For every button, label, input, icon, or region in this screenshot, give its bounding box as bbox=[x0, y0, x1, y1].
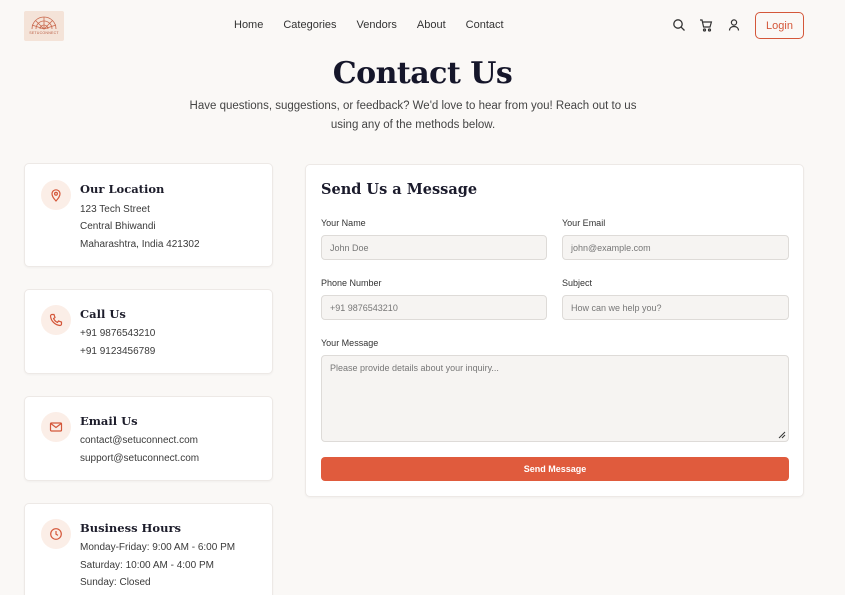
search-icon[interactable] bbox=[672, 18, 686, 32]
clock-icon bbox=[41, 519, 71, 549]
main-nav: Home Categories Vendors About Contact bbox=[234, 18, 524, 32]
message-placeholder: Please provide details about your inquir… bbox=[330, 363, 499, 373]
phone-number-2[interactable]: +91 9123456789 bbox=[80, 345, 155, 359]
contact-form: Send Us a Message Your Name John Doe You… bbox=[305, 164, 804, 497]
name-label: Your Name bbox=[321, 218, 366, 228]
email-label: Your Email bbox=[562, 218, 606, 228]
brand-logo[interactable]: SETUCONNECT bbox=[24, 11, 64, 41]
cart-icon[interactable] bbox=[699, 18, 713, 32]
email-input[interactable]: john@example.com bbox=[562, 235, 789, 260]
location-card: Our Location 123 Tech Street Central Bhi… bbox=[24, 163, 273, 267]
subject-placeholder: How can we help you? bbox=[571, 302, 662, 313]
email-placeholder: john@example.com bbox=[571, 242, 651, 253]
nav-vendors[interactable]: Vendors bbox=[357, 18, 397, 32]
message-textarea[interactable]: Please provide details about your inquir… bbox=[321, 355, 789, 442]
page-subtitle: Have questions, suggestions, or feedback… bbox=[177, 97, 649, 135]
page-title: Contact Us bbox=[332, 56, 513, 91]
send-message-button[interactable]: Send Message bbox=[321, 457, 789, 481]
site-header: SETUCONNECT Home Categories Vendors Abou… bbox=[0, 0, 845, 52]
name-placeholder: John Doe bbox=[330, 242, 369, 253]
map-pin-icon bbox=[41, 180, 71, 210]
email-address-2[interactable]: support@setuconnect.com bbox=[80, 452, 199, 466]
call-card: Call Us +91 9876543210 +91 9123456789 bbox=[24, 289, 273, 374]
location-line-1: 123 Tech Street bbox=[80, 204, 150, 215]
phone-icon bbox=[41, 305, 71, 335]
brand-logo-text: SETUCONNECT bbox=[29, 31, 59, 35]
resize-handle-icon[interactable] bbox=[777, 430, 786, 439]
email-title: Email Us bbox=[80, 414, 138, 428]
subject-input[interactable]: How can we help you? bbox=[562, 295, 789, 320]
hours-line-3: Sunday: Closed bbox=[80, 577, 151, 588]
mail-icon bbox=[41, 412, 71, 442]
call-title: Call Us bbox=[80, 307, 126, 321]
nav-contact[interactable]: Contact bbox=[466, 18, 504, 32]
nav-about[interactable]: About bbox=[417, 18, 446, 32]
email-address-1[interactable]: contact@setuconnect.com bbox=[80, 434, 198, 448]
page-subtitle-line-2: using any of the methods below. bbox=[330, 119, 496, 131]
phone-label: Phone Number bbox=[321, 278, 382, 288]
phone-placeholder: +91 9876543210 bbox=[330, 302, 398, 313]
hours-line-2: Saturday: 10:00 AM - 4:00 PM bbox=[80, 560, 214, 571]
hours-line-1: Monday-Friday: 9:00 AM - 6:00 PM bbox=[80, 542, 236, 553]
location-line-3: Maharashtra, India 421302 bbox=[80, 239, 200, 250]
business-hours-card: Business Hours Monday-Friday: 9:00 AM - … bbox=[24, 503, 273, 595]
hours-title: Business Hours bbox=[80, 521, 181, 535]
nav-categories[interactable]: Categories bbox=[283, 18, 336, 32]
phone-number-1[interactable]: +91 9876543210 bbox=[80, 327, 155, 341]
phone-input[interactable]: +91 9876543210 bbox=[321, 295, 547, 320]
location-line-2: Central Bhiwandi bbox=[80, 221, 156, 232]
message-label: Your Message bbox=[321, 338, 379, 348]
location-title: Our Location bbox=[80, 182, 165, 196]
login-button[interactable]: Login bbox=[755, 12, 804, 39]
name-input[interactable]: John Doe bbox=[321, 235, 547, 260]
email-card: Email Us contact@setuconnect.com support… bbox=[24, 396, 273, 481]
form-title: Send Us a Message bbox=[321, 181, 478, 198]
page-subtitle-line-1: Have questions, suggestions, or feedback… bbox=[189, 100, 637, 112]
user-icon[interactable] bbox=[727, 18, 741, 32]
nav-home[interactable]: Home bbox=[234, 18, 263, 32]
subject-label: Subject bbox=[562, 278, 593, 288]
